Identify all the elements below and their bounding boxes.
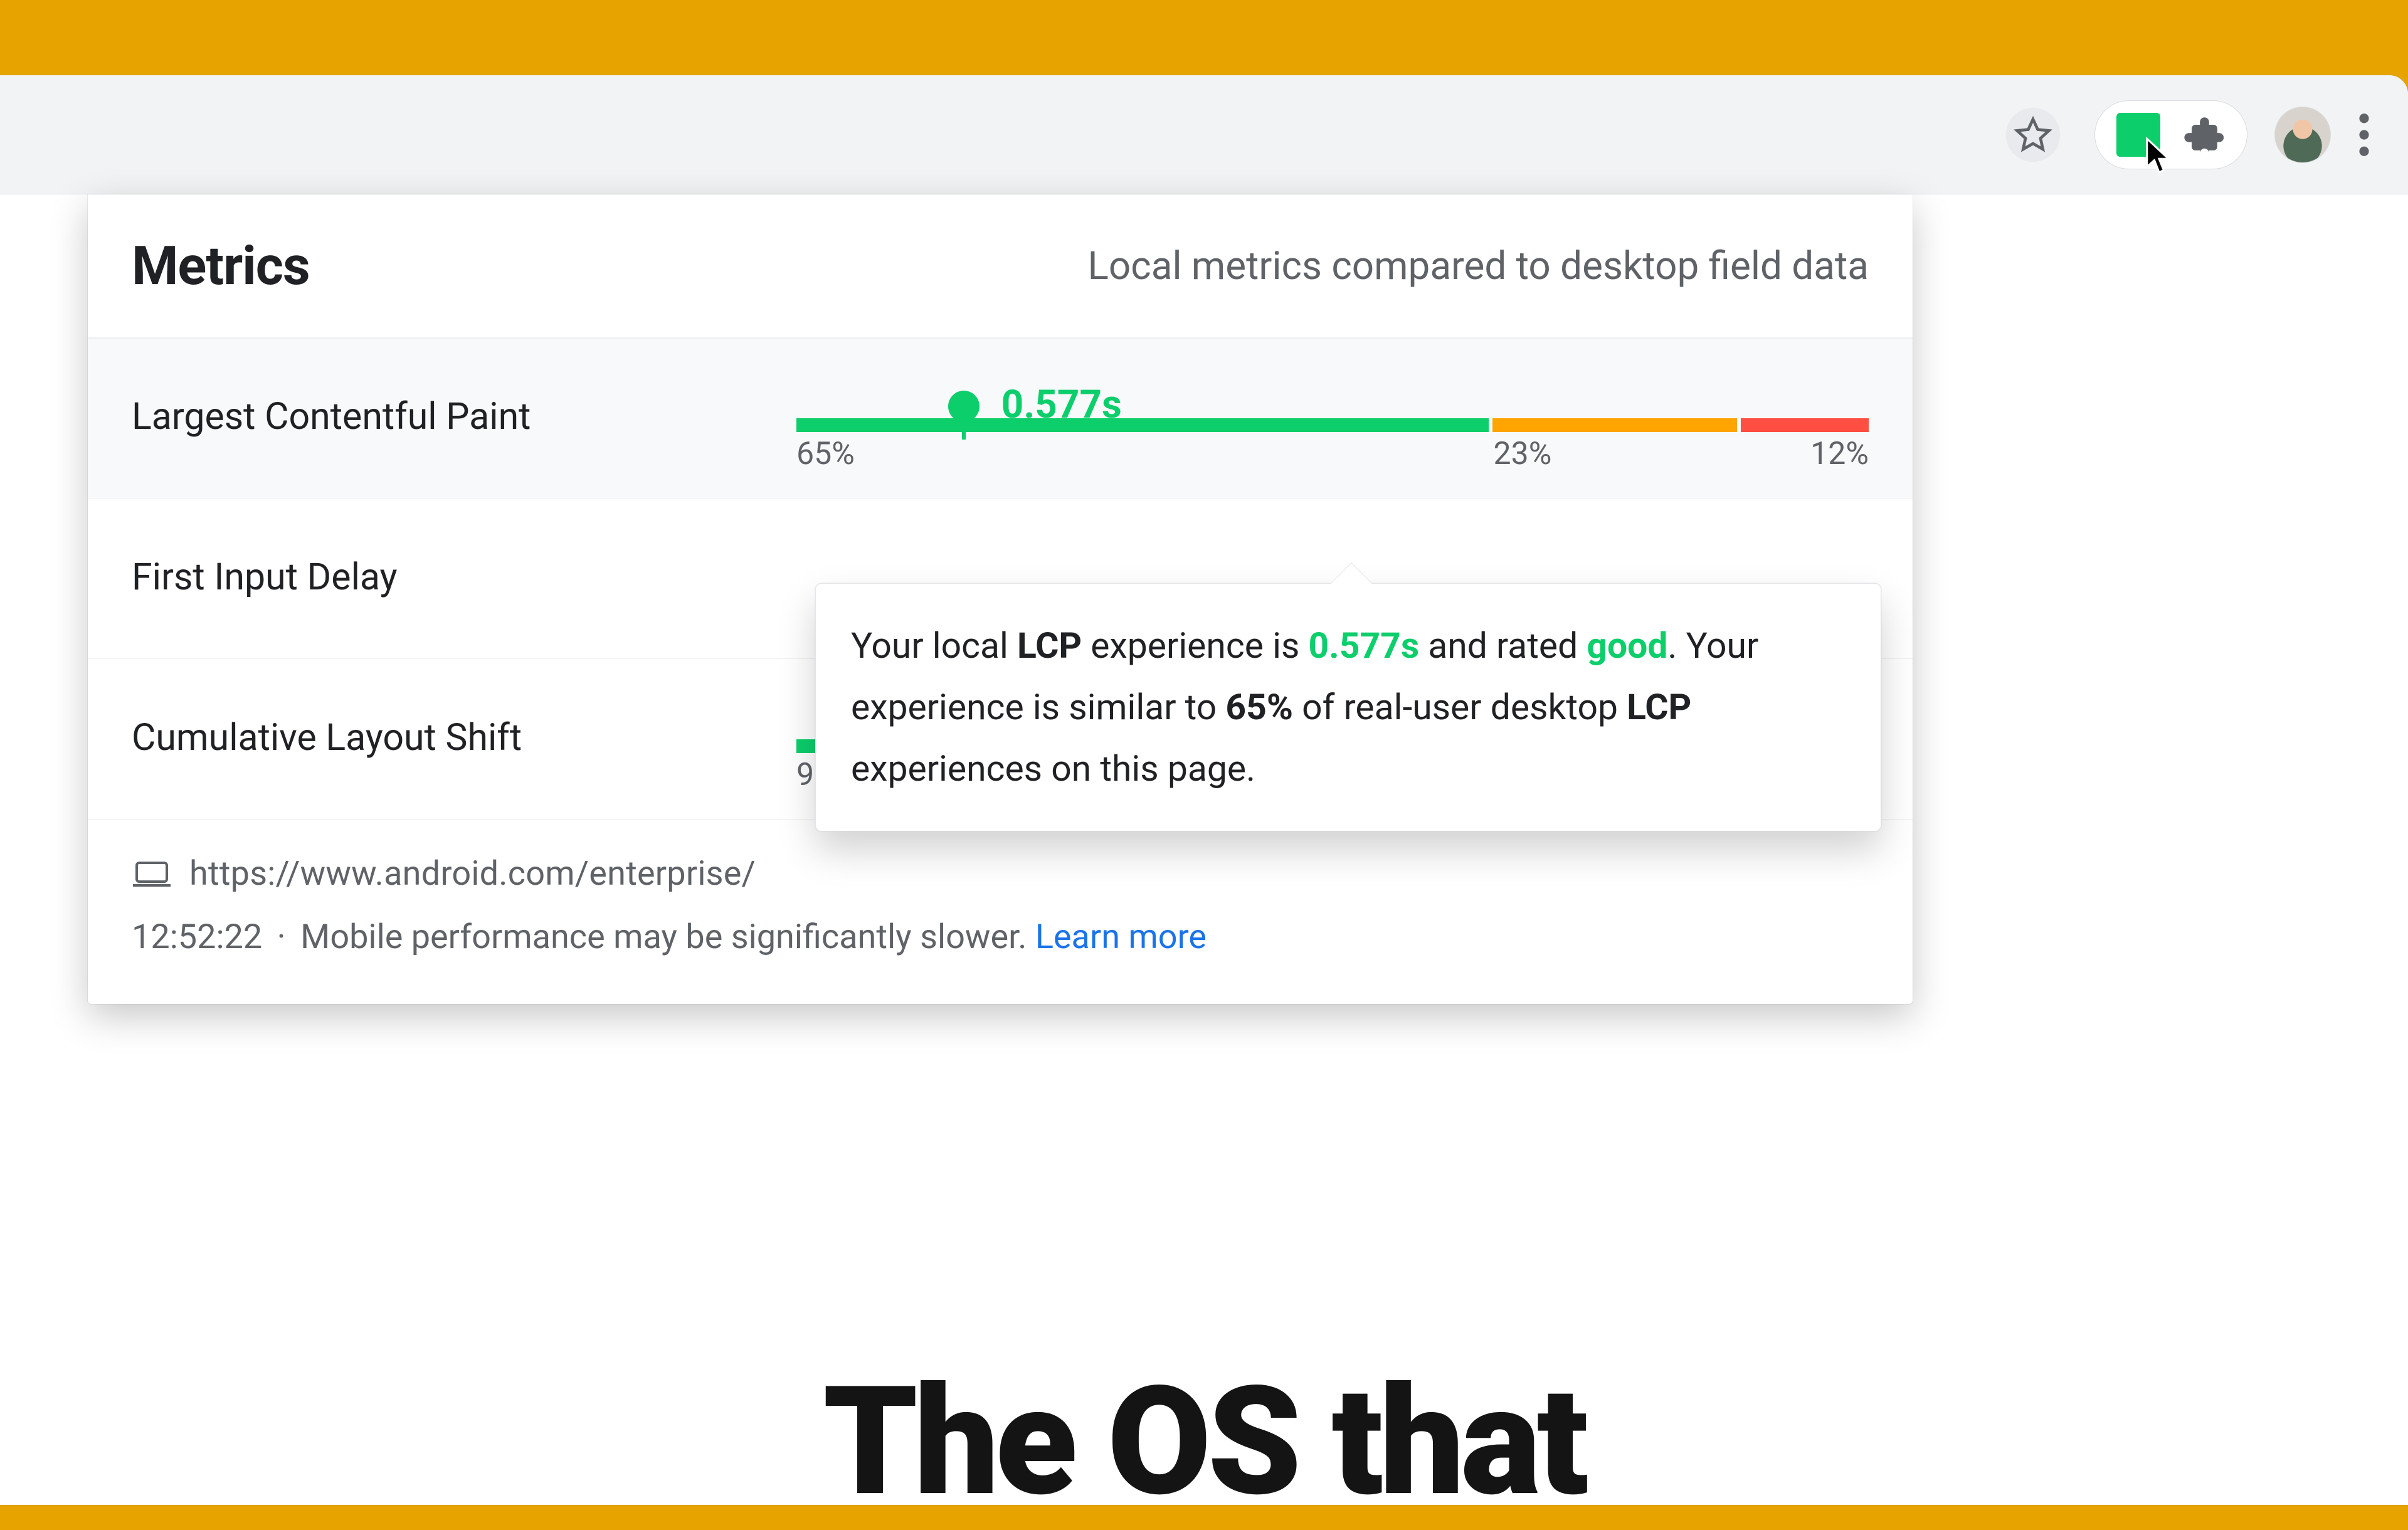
popup-title: Metrics (132, 235, 310, 297)
browser-toolbar (0, 75, 2408, 194)
profile-avatar[interactable] (2274, 107, 2331, 163)
popup-subtitle: Local metrics compared to desktop field … (1088, 243, 1869, 289)
footer-timestamp: 12:52:22 (132, 917, 262, 957)
metric-value: 0.577s (1001, 382, 1122, 428)
desktop-device-icon (132, 860, 172, 889)
metric-label: Cumulative Layout Shift (132, 716, 796, 759)
footer-url-line: https://www.android.com/enterprise/ (132, 854, 1869, 894)
web-vitals-popup: Metrics Local metrics compared to deskto… (88, 194, 1913, 1004)
star-outline-icon (2011, 113, 2055, 157)
extensions-pill (2094, 100, 2247, 169)
page-content: The OS that Metrics Local metrics compar… (0, 194, 2408, 1505)
local-value-marker (948, 391, 980, 433)
bookmark-star-button[interactable] (1999, 100, 2067, 169)
footer-warning-text: Mobile performance may be significantly … (300, 917, 1035, 957)
stage: The OS that Metrics Local metrics compar… (0, 0, 2408, 1505)
metric-label: First Input Delay (132, 556, 796, 599)
metric-chart-lcp: 65% 23% 12% 0.577s (796, 369, 1869, 463)
pct-needs: 23% (1494, 436, 1552, 472)
pct-poor: 12% (1810, 436, 1869, 472)
popup-footer: https://www.android.com/enterprise/ 12:5… (88, 819, 1913, 1004)
metric-tooltip: Your local LCP experience is 0.577s and … (815, 583, 1881, 831)
separator-dot: · (271, 917, 292, 957)
page-headline-cropped: The OS that (0, 1353, 2408, 1530)
segment-good (796, 418, 1489, 432)
metric-label: Largest Contentful Paint (132, 395, 796, 438)
footer-warning-line: 12:52:22 · Mobile performance may be sig… (132, 917, 1869, 957)
learn-more-link[interactable]: Learn more (1035, 917, 1207, 957)
segment-poor (1741, 418, 1869, 432)
web-vitals-extension-badge[interactable] (2116, 113, 2160, 157)
extensions-icon[interactable] (2182, 113, 2226, 157)
browser-window: The OS that Metrics Local metrics compar… (0, 75, 2408, 1505)
footer-url: https://www.android.com/enterprise/ (189, 854, 756, 894)
segment-needs (1492, 418, 1738, 432)
popup-header: Metrics Local metrics compared to deskto… (88, 194, 1913, 337)
pct-good: 65% (796, 436, 855, 472)
tooltip-text: Your local LCP experience is 0.577s and … (851, 625, 1758, 789)
browser-menu-button[interactable] (2358, 113, 2370, 157)
toolbar-right-cluster (1999, 100, 2370, 169)
metric-row-lcp[interactable]: Largest Contentful Paint 65% 23% 12% (88, 337, 1913, 498)
segment-percent-labels: 65% 23% 12% (796, 436, 1869, 467)
